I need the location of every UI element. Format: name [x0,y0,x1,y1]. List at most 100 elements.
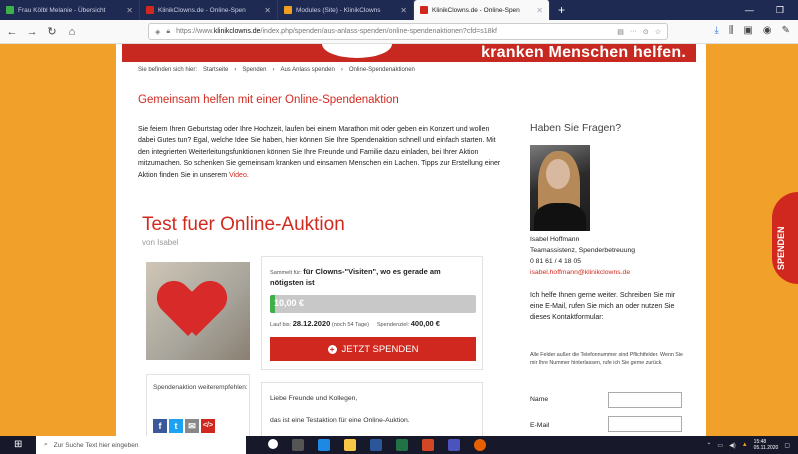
name-label: Name [530,396,549,403]
volume-icon[interactable]: ◀) [729,442,736,449]
auction-image [146,262,250,360]
app-tray-icon[interactable]: ▲ [742,442,748,448]
required-note: Alle Felder außer die Telefonnummer sind… [530,352,683,366]
site-logo[interactable] [322,44,392,58]
windows-taskbar: ⊞ ⌕ Zur Suche Text hier eingeben ⌃ ▭ ◀) … [0,436,798,454]
task-view-icon[interactable] [292,439,304,451]
network-icon[interactable]: ▭ [717,442,723,449]
sidebar-icon[interactable]: ▣ [743,25,752,36]
tray-arrow-icon[interactable]: ⌃ [706,442,711,449]
name-field[interactable] [608,392,682,408]
clock[interactable]: 15:48 05.11.2020 [754,439,779,451]
collect-for-text: Sammelt für: für Clowns-"Visiten", wo es… [270,267,441,287]
window-controls: — ❐ [745,5,798,16]
windows-start-icon[interactable]: ⊞ [14,438,28,452]
address-bar[interactable]: ◈ 🔒︎ https://www.klinikclowns.de/index.p… [148,23,668,40]
contact-name: Isabel Hoffmann [530,236,580,243]
contact-email-link[interactable]: isabel.hoffmann@klinikclowns.de [530,267,635,278]
account-icon[interactable]: ◉ [763,25,772,36]
web-page: kranken Menschen helfen. Sie befinden si… [116,44,706,438]
donation-amount: 10,00 € [274,298,305,308]
taskbar-search[interactable]: ⌕ Zur Suche Text hier eingeben [36,436,246,454]
powerpoint-icon[interactable] [422,439,434,451]
reload-icon[interactable]: ↻ [44,25,60,38]
shield-icon: ◈ [155,28,161,36]
new-tab-button[interactable]: + [550,3,573,17]
lock-icon: 🔒︎ [166,27,171,35]
taskbar-apps [268,439,486,451]
browser-tab-bar: Frau Kölbl Melanie - Übersicht ✕ KlinikC… [0,0,798,20]
browser-tab[interactable]: Frau Kölbl Melanie - Übersicht ✕ [0,0,140,20]
close-tab-icon[interactable]: ✕ [400,6,407,15]
explorer-icon[interactable] [344,439,356,451]
banner-slogan: kranken Menschen helfen. [481,44,686,61]
breadcrumb-current: Online-Spendenaktionen [348,67,415,73]
email-share-icon[interactable]: ✉ [185,419,199,433]
runtime-goal: Lauf bis: 28.12.2020 (noch 54 Tage) Spen… [270,319,440,328]
contact-role: Teamassistenz, Spenderbetreuung [530,247,636,254]
donation-card: Sammelt für: für Clowns-"Visiten", wo es… [261,256,483,370]
edge-icon[interactable] [318,439,330,451]
search-icon: ⌕ [44,441,48,448]
contact-phone: 0 81 61 / 4 18 05 [530,258,582,265]
close-tab-icon[interactable]: ✕ [536,6,543,15]
video-link[interactable]: Video [229,172,247,179]
auction-title: Test fuer Online-Auktion [142,214,345,235]
back-icon[interactable]: ← [4,26,20,38]
plus-circle-icon: + [327,344,337,354]
page-title: Gemeinsam helfen mit einer Online-Spende… [138,94,399,106]
header-banner: kranken Menschen helfen. [122,44,696,62]
breadcrumb-link[interactable]: Spenden [242,67,266,73]
reader-icon[interactable]: ▤ [617,28,624,36]
extension-icon[interactable]: ✎ [782,25,790,36]
firefox-icon[interactable] [474,439,486,451]
url-text: https://www.klinikclowns.de/index.php/sp… [176,28,497,35]
auction-author: von Isabel [142,238,179,247]
contact-photo [530,145,590,231]
donate-side-tab[interactable]: SPENDEN [772,192,798,284]
toolbar-right: ⤓ ⫼ ▣ ◉ ✎ [714,25,790,36]
heart-balloon-image [162,282,222,338]
email-label: E-Mail [530,422,550,429]
email-field[interactable] [608,416,682,432]
cortana-icon[interactable] [268,439,278,449]
donate-now-button[interactable]: + JETZT SPENDEN [270,337,476,361]
tab-favicon-icon [284,6,292,14]
excel-icon[interactable] [396,439,408,451]
forward-icon[interactable]: → [24,26,40,38]
close-tab-icon[interactable]: ✕ [126,6,133,15]
word-icon[interactable] [370,439,382,451]
donation-progress-bar: 10,00 € [270,295,476,313]
share-label: Spendenaktion weiterempfehlen: [153,384,248,391]
home-icon[interactable]: ⌂ [64,26,80,38]
breadcrumb-link[interactable]: Aus Anlass spenden [280,67,334,73]
close-tab-icon[interactable]: ✕ [264,6,271,15]
browser-tab[interactable]: Modules (Site) - KlinikClowns ✕ [278,0,414,20]
library-icon[interactable]: ⫼ [729,25,734,36]
notifications-icon[interactable]: ▢ [784,442,790,449]
embed-code-icon[interactable]: </> [201,419,215,433]
contact-info: Isabel Hoffmann Teamassistenz, Spenderbe… [530,234,635,278]
page-actions-icon[interactable]: ··· [630,28,637,35]
help-text: Ich helfe Ihnen gerne weiter. Schreiben … [530,292,676,321]
pocket-icon[interactable]: ⊙ [643,28,649,36]
minimize-icon[interactable]: — [745,5,754,16]
auction-message: Liebe Freunde und Kollegen, das ist eine… [261,382,483,438]
sidebar-title: Haben Sie Fragen? [530,122,622,134]
breadcrumb-link[interactable]: Startseite [203,67,228,73]
tab-favicon-icon [6,6,14,14]
tab-favicon-icon [420,6,428,14]
browser-tab[interactable]: KlinikClowns.de - Online-Spen ✕ [140,0,278,20]
facebook-icon[interactable]: f [153,419,167,433]
tab-favicon-icon [146,6,154,14]
teams-icon[interactable] [448,439,460,451]
download-icon[interactable]: ⤓ [714,25,718,36]
browser-tab-active[interactable]: KlinikClowns.de - Online-Spen ✕ [414,0,550,20]
maximize-icon[interactable]: ❐ [776,5,784,16]
intro-text: Sie feiern Ihren Geburtstag oder Ihre Ho… [138,126,501,179]
system-tray: ⌃ ▭ ◀) ▲ 15:48 05.11.2020 ▢ [706,439,798,451]
bookmark-star-icon[interactable]: ☆ [655,28,661,36]
twitter-icon[interactable]: t [169,419,183,433]
breadcrumb: Sie befinden sich hier: Startseite › Spe… [138,67,415,73]
share-box: Spendenaktion weiterempfehlen: f t ✉ </> [146,374,250,438]
